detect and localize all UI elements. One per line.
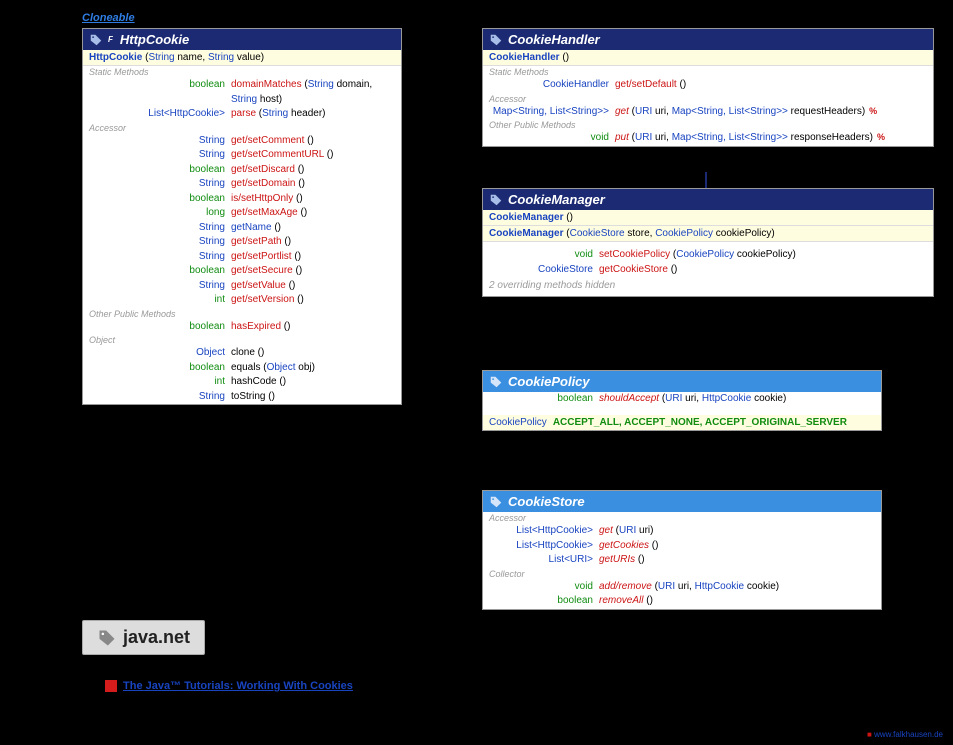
method-row: Objectclone () [83,346,401,361]
tag-icon [489,33,503,47]
method-row: intget/setVersion () [83,293,401,308]
constants-row: CookiePolicy ACCEPT_ALL, ACCEPT_NONE, AC… [483,415,881,430]
httpcookie-card: F HttpCookie HttpCookie (String name, St… [82,28,402,405]
method-row: booleanshouldAccept (URI uri, HttpCookie… [483,392,881,407]
method-row: StringtoString () [83,390,401,405]
tag-icon [489,375,503,389]
method-row: booleanequals (Object obj) [83,361,401,376]
oracle-icon [105,680,117,692]
cookiemanager-title: CookieManager [508,192,605,207]
httpcookie-title: HttpCookie [120,32,189,47]
httpcookie-body: Static MethodsbooleandomainMatches (Stri… [83,66,401,404]
constructor: CookieManager (CookieStore store, Cookie… [483,226,933,242]
method-row: longget/setMaxAge () [83,206,401,221]
cookiestore-title: CookieStore [508,494,585,509]
method-row: Map<String, List<String>>get (URI uri, M… [483,105,933,120]
inheritance-connector [705,172,707,188]
section-label: Other Public Methods [83,308,401,320]
section-label: Collector [483,568,881,580]
cookiehandler-constructors: CookieHandler () [483,50,933,66]
method-row: booleanremoveAll () [483,594,881,609]
method-row: Stringget/setPortlist () [83,250,401,265]
cookiehandler-card: CookieHandler CookieHandler () Static Me… [482,28,934,147]
section-label: Static Methods [83,66,401,78]
tutorial-link-row: The Java™ Tutorials: Working With Cookie… [105,680,353,692]
method-row: List<HttpCookie>parse (String header) [83,107,401,122]
tag-icon [489,193,503,207]
cookiemanager-body: voidsetCookiePolicy (CookiePolicy cookie… [483,242,933,296]
method-row: booleanhasExpired () [83,320,401,335]
hidden-note: 2 overriding methods hidden [483,277,933,296]
section-label: Accessor [83,122,401,134]
method-row: inthashCode () [83,375,401,390]
section-label: Accessor [483,93,933,105]
cookiepolicy-body: booleanshouldAccept (URI uri, HttpCookie… [483,392,881,430]
section-label: Other Public Methods [483,119,933,131]
method-row: Stringget/setPath () [83,235,401,250]
credit-link[interactable]: ■ www.falkhausen.de [867,730,943,739]
httpcookie-header: F HttpCookie [83,29,401,50]
tag-icon [97,628,117,648]
constructor: HttpCookie (String name, String value) [83,50,401,66]
cookiepolicy-title: CookiePolicy [508,374,590,389]
method-row: Stringget/setDomain () [83,177,401,192]
cookiestore-header: CookieStore [483,491,881,512]
section-label: Object [83,334,401,346]
section-label: Accessor [483,512,881,524]
method-row: booleanget/setSecure () [83,264,401,279]
tag-icon [89,33,103,47]
cloneable-link[interactable]: Cloneable [82,12,135,24]
method-row: StringgetName () [83,221,401,236]
method-row: booleanget/setDiscard () [83,163,401,178]
method-row: booleandomainMatches (String domain, Str… [83,78,401,107]
method-row: voidsetCookiePolicy (CookiePolicy cookie… [483,248,933,263]
method-row: Stringget/setValue () [83,279,401,294]
cookiepolicy-card: CookiePolicy booleanshouldAccept (URI ur… [482,370,882,431]
cookiepolicy-header: CookiePolicy [483,371,881,392]
package-badge: java.net [82,620,205,655]
cookiehandler-header: CookieHandler [483,29,933,50]
method-row: List<URI>getURIs () [483,553,881,568]
constructor: CookieManager () [483,210,933,226]
method-row: Stringget/setComment () [83,134,401,149]
method-row: List<HttpCookie>getCookies () [483,539,881,554]
method-row: CookieStoregetCookieStore () [483,263,933,278]
section-label: Static Methods [483,66,933,78]
cookiemanager-header: CookieManager [483,189,933,210]
cookiehandler-title: CookieHandler [508,32,600,47]
method-row: CookieHandlerget/setDefault () [483,78,933,93]
httpcookie-constructors: HttpCookie (String name, String value) [83,50,401,66]
method-row: Stringget/setCommentURL () [83,148,401,163]
constructor: CookieHandler () [483,50,933,66]
final-marker: F [108,35,115,44]
method-row: voidput (URI uri, Map<String, List<Strin… [483,131,933,146]
package-name: java.net [123,627,190,648]
cookiestore-body: AccessorList<HttpCookie>get (URI uri)Lis… [483,512,881,609]
cookiemanager-constructors: CookieManager ()CookieManager (CookieSto… [483,210,933,242]
cookiemanager-card: CookieManager CookieManager ()CookieMana… [482,188,934,297]
cookiestore-card: CookieStore AccessorList<HttpCookie>get … [482,490,882,610]
tutorial-link[interactable]: The Java™ Tutorials: Working With Cookie… [123,680,353,692]
cookiehandler-body: Static MethodsCookieHandlerget/setDefaul… [483,66,933,146]
method-row: voidadd/remove (URI uri, HttpCookie cook… [483,580,881,595]
method-row: booleanis/setHttpOnly () [83,192,401,207]
method-row: List<HttpCookie>get (URI uri) [483,524,881,539]
tag-icon [489,495,503,509]
